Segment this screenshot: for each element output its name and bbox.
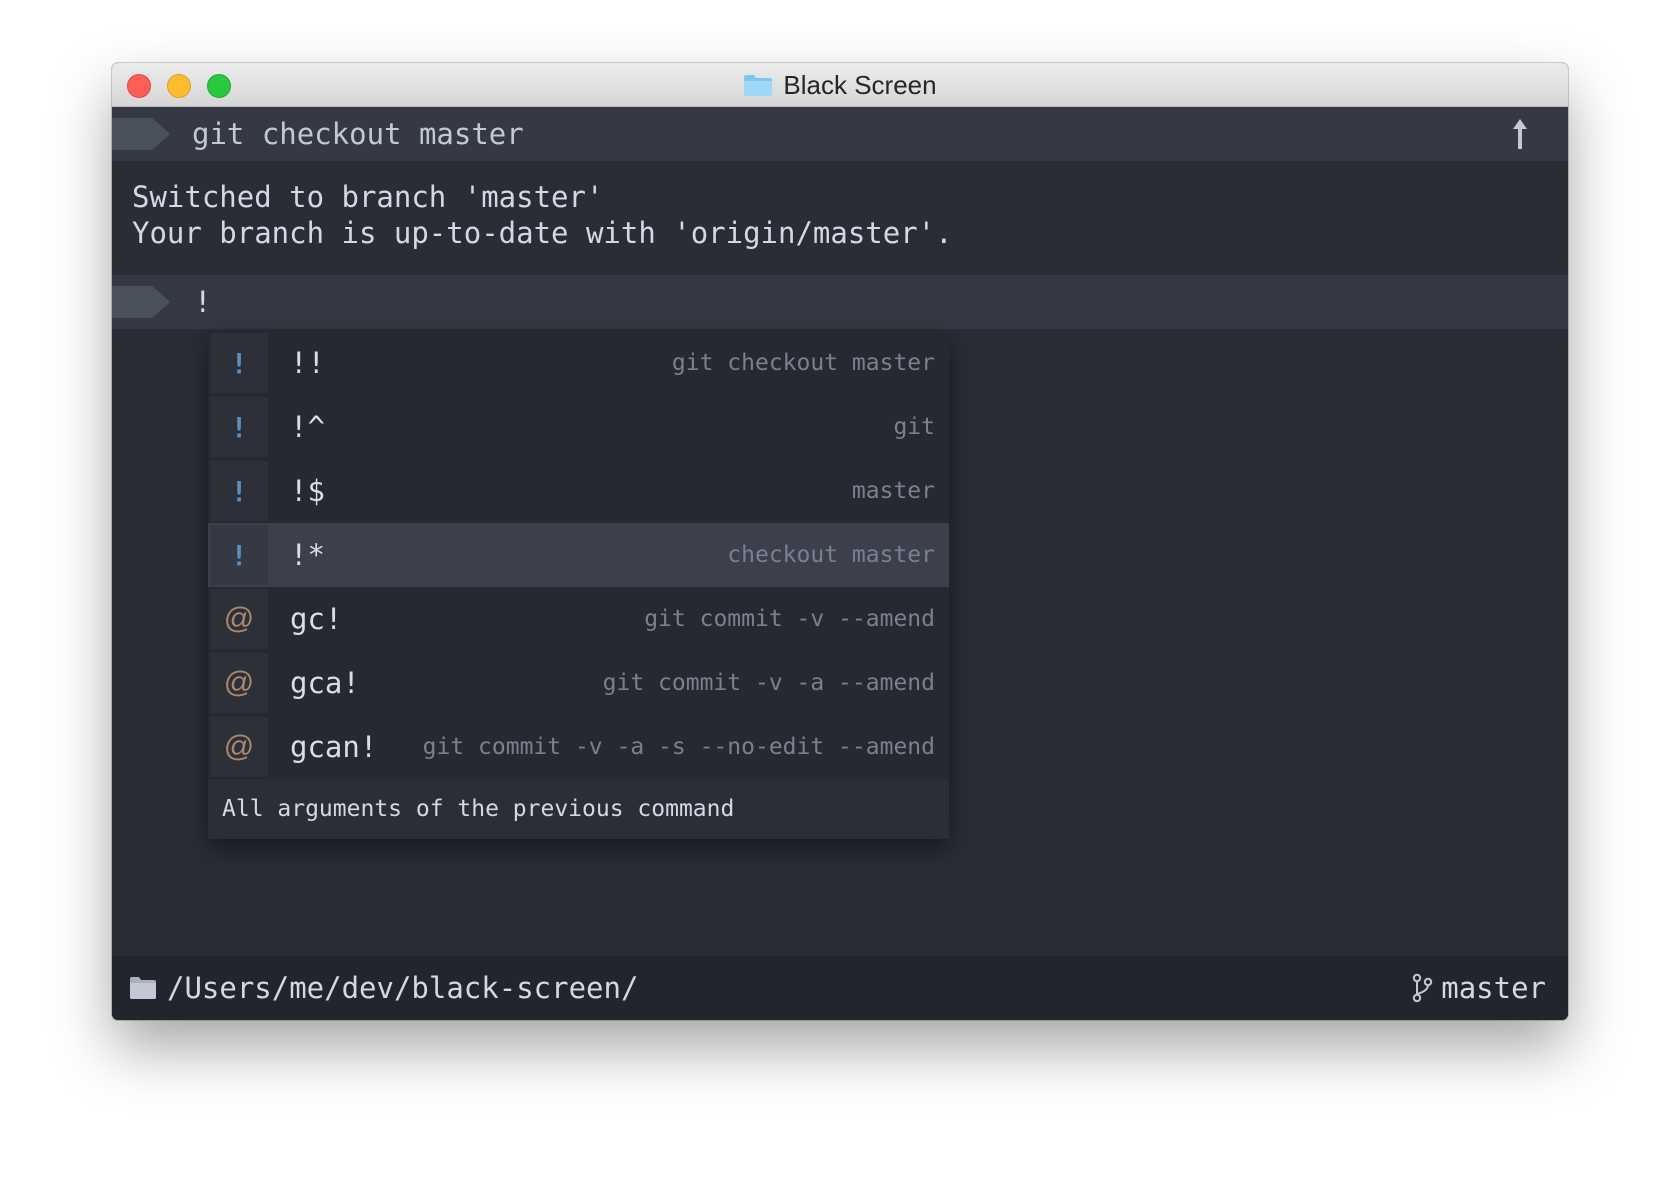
folder-icon [744,75,773,96]
history-icon: ! [210,525,268,585]
history-icon: ! [210,333,268,393]
autocomplete-item[interactable]: ! !! git checkout master [208,331,949,395]
suggestion-description: git commit -v -a -s --no-edit --amend [422,734,935,760]
output-line: Switched to branch 'master' [132,180,604,214]
title-group: Black Screen [112,63,1568,107]
suggestion-description: checkout master [727,542,935,568]
history-icon: ! [210,461,268,521]
autocomplete-item[interactable]: @ gc! git commit -v --amend [208,587,949,651]
status-bar: /Users/me/dev/black-screen/ master [112,956,1568,1020]
alias-icon: @ [210,717,268,777]
autocomplete-item[interactable]: ! !^ git [208,395,949,459]
command-output: Switched to branch 'master' Your branch i… [132,179,953,251]
suggestion-value: !* [290,538,325,572]
suggestion-value: !^ [290,410,325,444]
branch-name: master [1441,971,1546,1005]
previous-command: git checkout master [192,117,524,151]
suggestion-description: git checkout master [671,350,935,376]
current-prompt[interactable]: ! [112,275,1568,329]
title-bar[interactable]: Black Screen [112,63,1568,107]
autocomplete-item[interactable]: @ gca! git commit -v -a --amend [208,651,949,715]
git-branch-indicator[interactable]: master [1411,956,1546,1020]
terminal-window: Black Screen git checkout master Switche… [112,63,1568,1020]
git-branch-icon [1413,973,1433,1003]
suggestion-description: git [893,414,935,440]
suggestion-description: git commit -v --amend [644,606,935,632]
autocomplete-popup: ! !! git checkout master ! !^ git ! !$ m… [208,331,949,839]
previous-command-header[interactable]: git checkout master [112,107,1568,161]
output-line: Your branch is up-to-date with 'origin/m… [132,216,953,250]
suggestion-value: gc! [290,602,343,636]
suggestion-description: master [851,478,935,504]
autocomplete-item[interactable]: ! !$ master [208,459,949,523]
alias-icon: @ [210,653,268,713]
suggestion-value: gca! [290,666,360,700]
alias-icon: @ [210,589,268,649]
suggestion-description: git commit -v -a --amend [602,670,935,696]
history-icon: ! [210,397,268,457]
suggestion-value: !! [290,346,325,380]
autocomplete-item-selected[interactable]: ! !* checkout master [208,523,949,587]
suggestion-value: !$ [290,474,325,508]
autocomplete-description: All arguments of the previous command [208,779,949,839]
folder-icon [130,977,156,999]
prompt-arrow-icon [112,286,170,318]
current-directory[interactable]: /Users/me/dev/black-screen/ [167,956,638,1020]
autocomplete-item[interactable]: @ gcan! git commit -v -a -s --no-edit --… [208,715,949,779]
prompt-arrow-icon [112,118,170,150]
arrow-up-icon[interactable] [1510,117,1530,151]
suggestion-value: gcan! [290,730,378,764]
prompt-input[interactable]: ! [194,275,211,329]
window-title: Black Screen [783,69,937,100]
